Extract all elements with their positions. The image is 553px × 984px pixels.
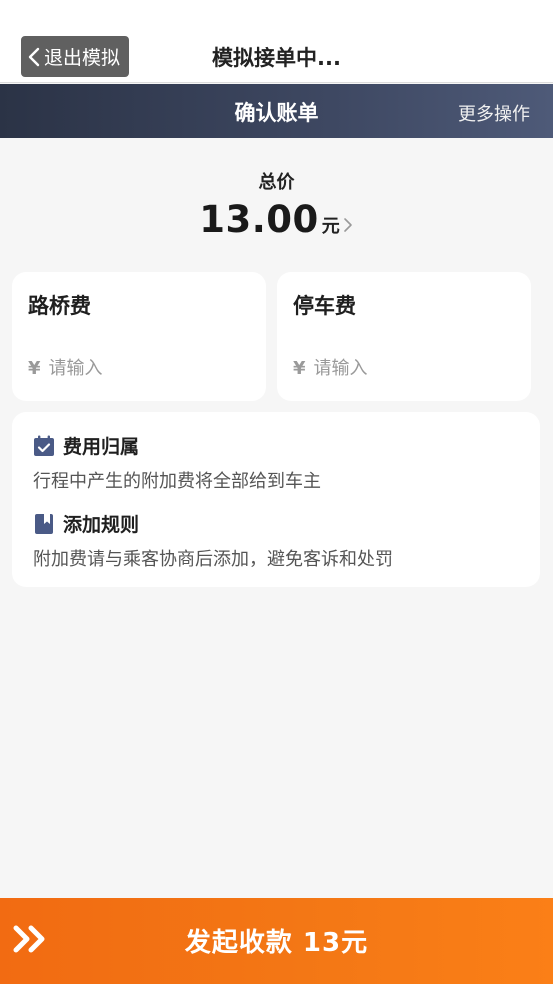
add-rules-description: 附加费请与乘客协商后添加，避免客诉和处罚 bbox=[33, 549, 393, 570]
total-price-label: 总价 bbox=[258, 172, 295, 193]
fee-ownership-title: 费用归属 bbox=[63, 436, 140, 458]
chevron-right-icon bbox=[343, 217, 352, 232]
toll-fee-input[interactable] bbox=[48, 358, 229, 379]
bookmark-book-icon bbox=[35, 513, 53, 534]
total-price-unit: 元 bbox=[321, 216, 340, 237]
page-header: 确认账单 更多操作 bbox=[0, 84, 553, 138]
double-chevron-right-icon bbox=[13, 925, 45, 953]
parking-fee-title: 停车费 bbox=[293, 294, 356, 318]
initiate-payment-button[interactable]: 发起收款 13元 bbox=[0, 898, 553, 984]
yen-icon: ¥ bbox=[28, 358, 41, 379]
parking-fee-input-row: ¥ bbox=[293, 358, 494, 379]
parking-fee-card: 停车费 ¥ bbox=[277, 272, 531, 401]
calendar-check-icon bbox=[34, 435, 54, 456]
fee-ownership-section: 费用归属 行程中产生的附加费将全部给到车主 bbox=[33, 432, 321, 493]
initiate-payment-label: 发起收款 13元 bbox=[184, 927, 369, 958]
add-rules-section: 添加规则 附加费请与乘客协商后添加，避免客诉和处罚 bbox=[33, 510, 393, 571]
add-rules-title: 添加规则 bbox=[63, 514, 140, 536]
total-price-amount: 13.00 bbox=[199, 198, 319, 241]
fee-info-card: 费用归属 行程中产生的附加费将全部给到车主 添加规则 附加费请与乘客协商后添加，… bbox=[12, 412, 540, 587]
fee-ownership-heading: 费用归属 bbox=[33, 432, 321, 459]
yen-icon: ¥ bbox=[293, 358, 306, 379]
simulation-bar: 退出模拟 模拟接单中... bbox=[0, 0, 553, 83]
fee-ownership-description: 行程中产生的附加费将全部给到车主 bbox=[33, 471, 321, 492]
toll-fee-title: 路桥费 bbox=[28, 294, 91, 318]
confirm-bill-page: 退出模拟 模拟接单中... 确认账单 更多操作 总价 13.00 元 路桥费 ¥… bbox=[0, 0, 553, 984]
more-actions-button[interactable]: 更多操作 bbox=[458, 100, 530, 126]
total-price-row[interactable]: 13.00 元 bbox=[0, 198, 553, 241]
parking-fee-input[interactable] bbox=[313, 358, 494, 379]
add-rules-heading: 添加规则 bbox=[33, 510, 393, 537]
simulation-title: 模拟接单中... bbox=[212, 46, 341, 70]
toll-fee-card: 路桥费 ¥ bbox=[12, 272, 266, 401]
toll-fee-input-row: ¥ bbox=[28, 358, 229, 379]
